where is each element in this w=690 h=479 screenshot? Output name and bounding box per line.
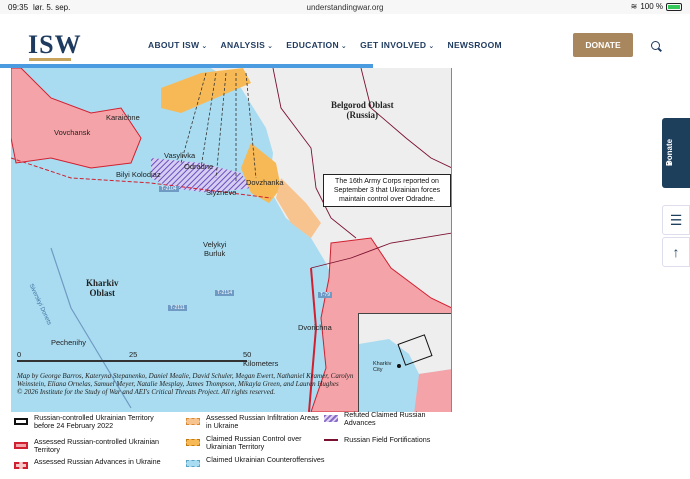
place-karaichne: Karaichne — [106, 113, 140, 122]
legend-swatch-claimed-control — [186, 439, 200, 446]
nav-analysis-label: ANALYSIS — [220, 40, 266, 50]
battery-icon — [666, 2, 682, 11]
list-icon: ☰ — [669, 212, 683, 228]
legend-counteroffensive: Claimed Ukrainian Counteroffensives — [206, 455, 325, 464]
locator-inset: Kharkiv City — [358, 313, 451, 412]
region-belgorod: Belgorod Oblast (Russia) — [331, 100, 394, 120]
back-to-top-button[interactable]: ↑ — [662, 237, 690, 267]
place-bilyi-kolodiaz: Bilyi Kolodiaz — [116, 170, 161, 179]
scale-mid: 25 — [129, 350, 138, 359]
scale-end: 50 Kilometers — [243, 350, 279, 368]
search-icon[interactable] — [651, 41, 660, 50]
site-header: ISW ABOUT ISW ⌄ ANALYSIS ⌄ EDUCATION ⌄ GET … — [0, 14, 690, 66]
map-callout: The 16th Army Corps reported on Septembe… — [323, 174, 451, 207]
place-vasylivka: Vasylivka — [164, 151, 196, 160]
legend-swatch-pre2022 — [14, 418, 28, 425]
chevron-down-icon: ⌄ — [428, 43, 435, 50]
legend-swatch-russian-advances — [14, 462, 28, 469]
chevron-down-icon: ⌄ — [267, 43, 274, 50]
main-nav: ABOUT ISW ⌄ ANALYSIS ⌄ EDUCATION ⌄ GET INVO… — [148, 40, 502, 50]
donate-button[interactable]: DONATE — [573, 33, 633, 57]
nav-newsroom[interactable]: NEWSROOM — [448, 40, 502, 50]
status-indicators: ≋ 100 % — [631, 2, 682, 11]
place-odradne: Odradne — [184, 162, 214, 171]
nav-education-label: EDUCATION — [286, 40, 339, 50]
legend-fortifications: Russian Field Fortifications — [344, 435, 431, 444]
place-pechenihy: Pechenihy — [51, 338, 87, 347]
place-slyzneve: Slyzneve — [206, 188, 237, 197]
map-credits: Map by George Barros, Kateryna Stepanenk… — [17, 372, 354, 397]
place-dvorichna: Dvorichna — [298, 323, 332, 332]
legend-claimed-control: Claimed Russian Control over Ukrainian T… — [206, 434, 302, 451]
isw-logo[interactable]: ISW — [28, 30, 82, 60]
road-t2114: T-2114 — [215, 290, 235, 296]
legend-russian-advances: Assessed Russian Advances in Ukraine — [34, 457, 161, 466]
legend-infiltration: Assessed Russian Infiltration Areas in U… — [206, 413, 319, 430]
arrow-up-icon: ↑ — [672, 244, 680, 260]
nav-about[interactable]: ABOUT ISW ⌄ — [148, 40, 208, 50]
heart-icon: ♥ — [665, 161, 674, 166]
wifi-icon: ≋ — [630, 2, 638, 11]
side-donate-button[interactable]: Donate ♥ — [662, 118, 690, 188]
scale-line — [17, 360, 247, 362]
legend-swatch-fortifications — [324, 439, 338, 441]
legend-pre2022: Russian-controlled Ukrainian Territory b… — [34, 413, 154, 430]
address-bar[interactable]: understandingwar.org — [0, 3, 690, 12]
logo-underline — [29, 58, 71, 61]
status-bar: 09:35 lør. 5. sep. understandingwar.org … — [0, 0, 690, 14]
nav-get-involved-label: GET INVOLVED — [360, 40, 427, 50]
legend-swatch-counteroffensive — [186, 460, 200, 467]
map-legend: Russian-controlled Ukrainian Territory b… — [14, 410, 452, 479]
legend-swatch-russian-controlled — [14, 442, 28, 449]
campaign-map: Vovchansk Karaichne Vasylivka Bilyi Kolo… — [11, 68, 452, 412]
nav-newsroom-label: NEWSROOM — [447, 40, 502, 50]
place-dovzhanka: Dovzhanka — [246, 178, 284, 187]
inset-kharkiv-city: Kharkiv City — [373, 361, 392, 373]
legend-russian-controlled: Assessed Russian-controlled Ukrainian Te… — [34, 437, 160, 454]
nav-analysis[interactable]: ANALYSIS ⌄ — [221, 40, 274, 50]
legend-refuted: Refuted Claimed Russian Advances — [344, 410, 426, 427]
nav-education[interactable]: EDUCATION ⌄ — [286, 40, 347, 50]
chevron-down-icon: ⌄ — [340, 43, 348, 50]
chevron-down-icon: ⌄ — [201, 43, 208, 50]
road-t2111: T-2111 — [168, 305, 187, 311]
legend-swatch-refuted — [324, 415, 338, 422]
place-vovchansk: Vovchansk — [54, 128, 91, 137]
scale-zero: 0 — [17, 350, 22, 359]
road-t2104: T-2104 — [159, 186, 179, 192]
nav-about-label: ABOUT ISW — [148, 40, 200, 50]
road-t79: T-79 — [318, 292, 333, 298]
table-of-contents-button[interactable]: ☰ — [662, 205, 690, 235]
battery-level: 100 % — [640, 2, 663, 11]
region-kharkiv: Kharkiv Oblast — [86, 278, 119, 298]
legend-swatch-infiltration — [186, 418, 200, 425]
place-velykyi-burluk: Velykyi Burluk — [203, 240, 227, 258]
nav-get-involved[interactable]: GET INVOLVED ⌄ — [360, 40, 434, 50]
